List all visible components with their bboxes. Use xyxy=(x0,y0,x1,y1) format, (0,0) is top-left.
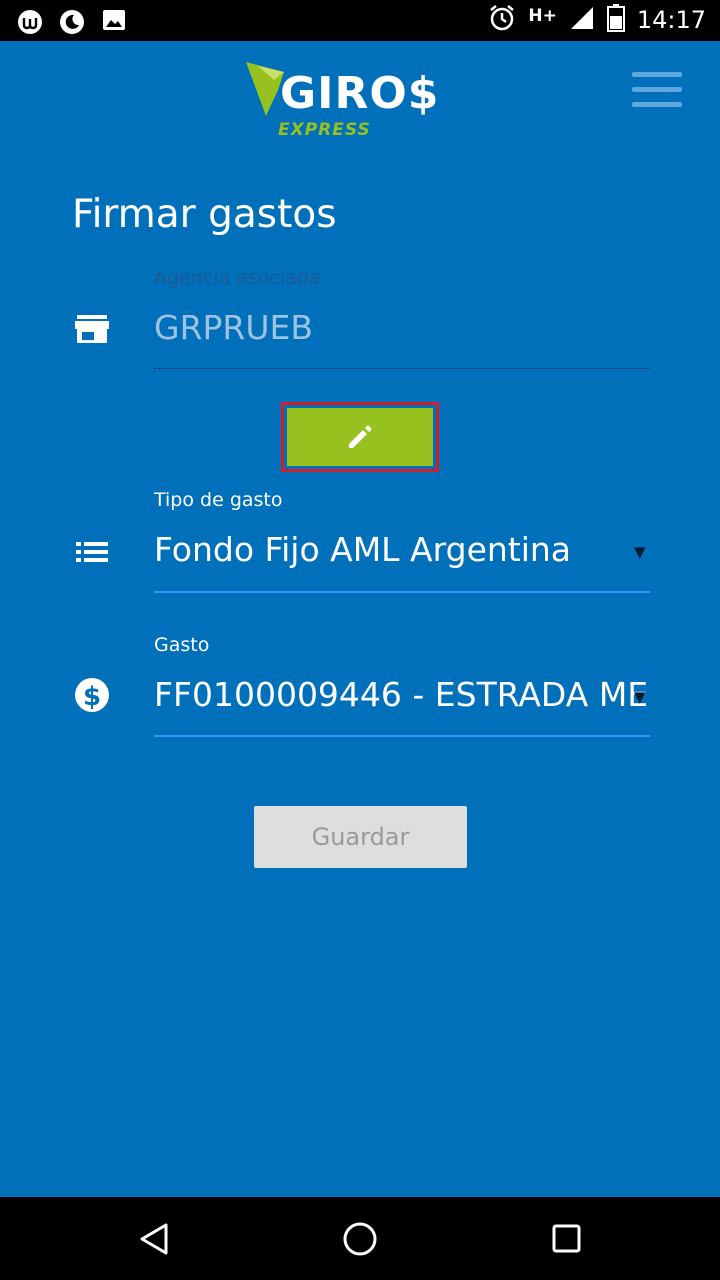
status-bar: H+ 14:17 xyxy=(0,0,720,41)
menu-bar-icon xyxy=(632,72,682,77)
navigation-bar xyxy=(0,1197,720,1280)
edit-button-highlight xyxy=(281,402,439,472)
expense-type-label: Tipo de gasto xyxy=(154,489,283,511)
home-icon[interactable] xyxy=(342,1221,378,1261)
expense-type-underline xyxy=(154,591,650,593)
expense-select[interactable]: FF0100009446 - ESTRADA MELISA xyxy=(154,675,648,714)
edit-button[interactable] xyxy=(287,408,433,466)
battery-icon xyxy=(606,4,625,36)
logo-leaf-icon xyxy=(246,62,284,116)
back-icon[interactable] xyxy=(138,1221,172,1261)
expense-underline xyxy=(154,735,650,737)
menu-bar-icon xyxy=(632,87,682,92)
clock-time: 14:17 xyxy=(636,6,706,34)
agency-underline xyxy=(154,368,650,369)
svg-text:$: $ xyxy=(83,682,101,712)
agency-value: GRPRUEB xyxy=(154,308,313,347)
logo-text: GIRO$ xyxy=(280,68,440,119)
giros-express-logo: GIRO$ EXPRESS xyxy=(244,60,454,144)
expense-label: Gasto xyxy=(154,634,210,656)
dropdown-arrow-icon: ▼ xyxy=(634,688,646,706)
dropdown-arrow-icon: ▼ xyxy=(634,543,646,561)
menu-bar-icon xyxy=(632,102,682,107)
recents-icon[interactable] xyxy=(551,1223,583,1259)
image-notification-icon xyxy=(102,8,126,36)
signal-strength-icon xyxy=(569,5,595,35)
expense-type-select[interactable]: Fondo Fijo AML Argentina xyxy=(154,530,624,569)
hamburger-menu-button[interactable] xyxy=(632,70,684,110)
page-title: Firmar gastos xyxy=(72,192,337,237)
agency-label: Agencia asociada xyxy=(154,267,321,289)
pencil-icon xyxy=(349,425,372,448)
network-type: H+ xyxy=(528,6,557,26)
app-notification-icon xyxy=(18,10,42,34)
dollar-circle-icon: $ xyxy=(74,677,112,715)
status-system-icons: H+ 14:17 xyxy=(488,4,706,36)
do-not-disturb-moon-icon xyxy=(60,10,84,34)
alarm-clock-icon xyxy=(488,4,516,36)
logo-subtitle: EXPRESS xyxy=(278,120,371,140)
list-icon xyxy=(74,534,112,572)
status-notifications xyxy=(18,8,126,36)
store-icon xyxy=(74,310,112,348)
save-button[interactable]: Guardar xyxy=(254,806,467,868)
